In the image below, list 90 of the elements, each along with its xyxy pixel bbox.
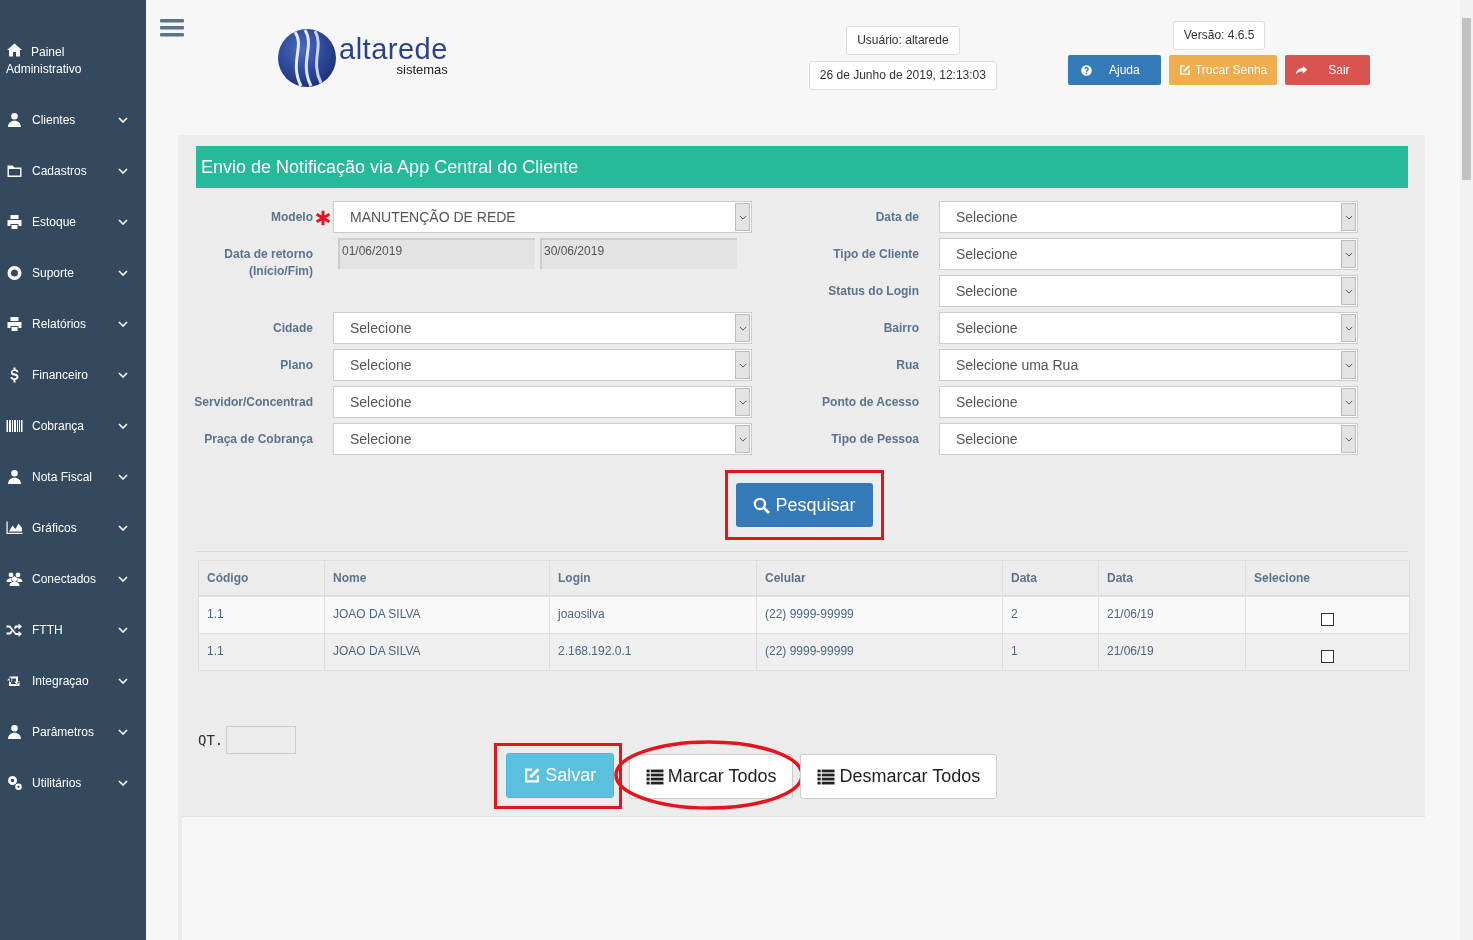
share-arrow-icon <box>1295 63 1309 77</box>
table-cell: JOAO DA SILVA <box>324 596 550 633</box>
table-cell: 2.168.192.0.1 <box>549 633 757 670</box>
select-field[interactable]: MANUTENÇÃO DE REDE <box>333 201 752 233</box>
list-button[interactable]: Desmarcar Todos <box>800 753 998 799</box>
search-button[interactable]: Pesquisar <box>736 483 873 527</box>
select-field[interactable]: Selecione <box>939 275 1358 307</box>
version-label: Versão: 4.6.5 <box>1172 21 1266 50</box>
select-field[interactable]: Selecione <box>939 312 1358 344</box>
table-cell: joaosilva <box>549 596 757 633</box>
panel-title: Envio de Notificação via App Central do Cliente <box>196 146 1408 188</box>
select-field[interactable]: Selecione <box>333 312 752 344</box>
sidebar-item[interactable]: Estoque <box>0 196 146 247</box>
sidebar-item[interactable]: Clientes <box>0 94 146 145</box>
users-icon <box>6 570 23 587</box>
sidebar-item[interactable]: Nota Fiscal <box>0 451 146 502</box>
search-icon <box>753 496 771 514</box>
logo-icon <box>277 28 337 88</box>
sidebar-item[interactable]: Suporte <box>0 247 146 298</box>
field-label: Ponto de Acesso <box>822 393 919 411</box>
field-label: Servidor/Concentrad <box>194 393 313 411</box>
logout-button[interactable]: Sair <box>1285 55 1371 85</box>
field-label: Plano <box>280 356 313 374</box>
user-icon <box>6 723 23 740</box>
select-field[interactable]: Selecione <box>333 349 752 381</box>
sidebar-item[interactable]: Gráficos <box>0 502 146 553</box>
sidebar-item[interactable]: Painel Administrativo <box>0 42 146 94</box>
field-label: Status do Login <box>828 282 919 300</box>
field-label: Rua <box>896 356 919 374</box>
edit-icon <box>523 767 542 784</box>
scrollbar[interactable] <box>1460 0 1473 940</box>
field-label: Modelo <box>271 208 313 226</box>
table-cell: 1.1 <box>198 633 325 670</box>
field-label: Tipo de Pessoa <box>831 430 919 448</box>
table-cell: 1.1 <box>198 596 325 633</box>
user-icon <box>6 111 23 128</box>
sidebar-item[interactable]: Cobrança <box>0 400 146 451</box>
logo-tagline: sistemas <box>396 62 448 76</box>
list-button[interactable]: Marcar Todos <box>628 753 794 799</box>
select-field[interactable]: Selecione <box>939 386 1358 418</box>
select-field[interactable]: Selecione <box>939 201 1358 233</box>
checkbox[interactable] <box>1321 649 1334 663</box>
select-field[interactable]: Selecione <box>333 423 752 455</box>
quantity-label: QT. <box>198 731 224 748</box>
quantity-field[interactable] <box>226 725 297 754</box>
barcode-icon <box>6 417 23 434</box>
checkbox[interactable] <box>1321 613 1334 626</box>
field-label: Praça de Cobrança <box>204 430 313 448</box>
field-label: Data de <box>875 208 919 226</box>
user-icon <box>6 468 23 485</box>
sidebar-item[interactable]: Integraçao <box>0 655 146 706</box>
field-label: Bairro <box>883 319 919 337</box>
table-cell: (22) 9999-99999 <box>756 596 1003 633</box>
menu-icon[interactable] <box>160 19 184 37</box>
logo-name: altarede <box>339 34 448 63</box>
datetime-label: 26 de Junho de 2019, 12:13:03 <box>808 61 997 90</box>
sidebar-item[interactable]: Utilitários <box>0 757 146 808</box>
sidebar-item[interactable]: Cadastros <box>0 145 146 196</box>
gears-icon <box>6 774 23 791</box>
table-cell: 21/06/19 <box>1098 633 1246 670</box>
printer-icon <box>6 213 23 230</box>
house-icon <box>6 42 23 58</box>
help-icon <box>1079 63 1093 77</box>
edit-icon <box>1178 64 1191 76</box>
sidebar-item[interactable]: Conectados <box>0 553 146 604</box>
table-cell: (22) 9999-99999 <box>756 633 1003 670</box>
sidebar-item[interactable]: Parâmetros <box>0 706 146 757</box>
table-cell: JOAO DA SILVA <box>324 633 550 670</box>
lifebuoy-icon <box>6 264 23 281</box>
list-icon <box>645 767 664 785</box>
field-label: Cidade <box>273 319 313 337</box>
field-label: Tipo de Cliente <box>833 245 919 263</box>
help-button[interactable]: Ajuda <box>1067 55 1161 85</box>
table-cell: 21/06/19 <box>1098 596 1246 633</box>
select-field[interactable]: Selecione <box>333 386 752 418</box>
list-icon <box>817 767 836 785</box>
select-field[interactable]: Selecione uma Rua <box>939 349 1358 381</box>
shuffle-icon <box>6 621 23 638</box>
area-chart-icon <box>6 519 23 536</box>
table-cell: 1 <box>1002 633 1099 670</box>
user-label: Usuário: altarede <box>846 26 960 55</box>
table-cell: 2 <box>1002 596 1099 633</box>
printer-icon <box>6 315 23 332</box>
select-field[interactable]: Selecione <box>939 238 1358 270</box>
select-field[interactable]: Selecione <box>939 423 1358 455</box>
sidebar-item[interactable]: Financeiro <box>0 349 146 400</box>
sidebar-item[interactable]: Relatórios <box>0 298 146 349</box>
sidebar-item[interactable]: FTTH <box>0 604 146 655</box>
scrollbar-thumb[interactable] <box>1462 18 1471 180</box>
field-label: Data de retorno (Início/Fim) <box>223 246 313 280</box>
